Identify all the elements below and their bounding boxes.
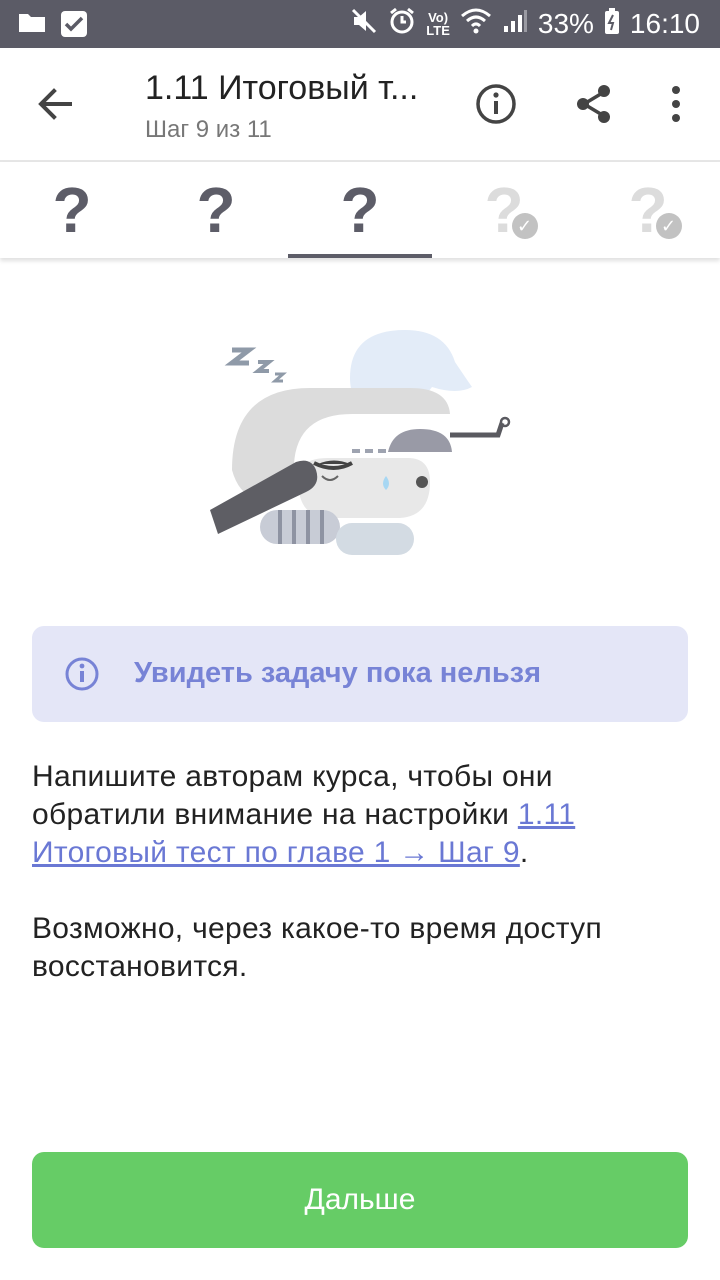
page-title: 1.11 Итоговый т... xyxy=(145,69,419,107)
battery-icon xyxy=(604,7,620,42)
info-notice: Увидеть задачу пока нельзя xyxy=(32,626,688,722)
back-button[interactable] xyxy=(28,76,84,132)
share-icon xyxy=(577,85,610,123)
message-paragraph-2: Возможно, через какое-то время доступ во… xyxy=(32,912,603,983)
question-done-icon: ? ✓ xyxy=(628,173,682,247)
tab-selected-indicator xyxy=(288,254,432,258)
step-tabs: ? ? ? ? ✓ ? ✓ xyxy=(0,162,720,258)
question-done-icon: ? ✓ xyxy=(484,173,538,247)
battery-percent: 33% xyxy=(537,8,594,39)
sleeping-robot-illustration xyxy=(200,320,530,570)
clock: 16:10 xyxy=(629,8,700,39)
more-vert-icon xyxy=(672,86,680,122)
next-button[interactable]: Дальше xyxy=(32,1152,688,1248)
tab-step-4[interactable]: ? ✓ xyxy=(432,162,576,258)
tab-step-2[interactable]: ? xyxy=(144,162,288,258)
question-icon: ? xyxy=(196,174,236,246)
message-punctuation: . xyxy=(519,836,529,869)
info-button[interactable] xyxy=(472,80,520,128)
check-icon: ✓ xyxy=(655,213,682,239)
status-bar: Vo) LTE 33% 16:10 xyxy=(0,0,720,48)
info-icon xyxy=(64,656,100,692)
checkbox-icon xyxy=(60,10,88,43)
question-icon: ? xyxy=(340,174,380,246)
tab-step-5[interactable]: ? ✓ xyxy=(576,162,720,258)
signal-icon xyxy=(502,8,528,41)
check-icon: ✓ xyxy=(511,213,538,239)
step-subtitle: Шаг 9 из 11 xyxy=(145,116,272,143)
info-icon xyxy=(476,84,516,124)
alarm-icon xyxy=(388,7,416,42)
volte-icon: Vo) LTE xyxy=(426,10,450,38)
title-block: 1.11 Итоговый т... Шаг 9 из 11 xyxy=(145,68,455,144)
question-icon: ? xyxy=(52,174,92,246)
mute-icon xyxy=(350,7,378,42)
more-options-button[interactable] xyxy=(656,80,696,128)
network-label: LTE xyxy=(426,23,450,38)
tab-step-1[interactable]: ? xyxy=(0,162,144,258)
notice-text: Увидеть задачу пока нельзя xyxy=(134,657,541,689)
app-bar: 1.11 Итоговый т... Шаг 9 из 11 xyxy=(0,48,720,162)
arrow-back-icon xyxy=(38,88,72,120)
wifi-icon xyxy=(460,8,492,41)
message-body: Напишите авторам курса, чтобы они обрати… xyxy=(32,758,688,1024)
folder-icon xyxy=(18,10,46,43)
message-text: Напишите авторам курса, чтобы они обрати… xyxy=(32,760,553,831)
share-button[interactable] xyxy=(570,80,618,128)
message-paragraph-1: Напишите авторам курса, чтобы они обрати… xyxy=(32,758,688,872)
tab-step-3[interactable]: ? xyxy=(288,162,432,258)
